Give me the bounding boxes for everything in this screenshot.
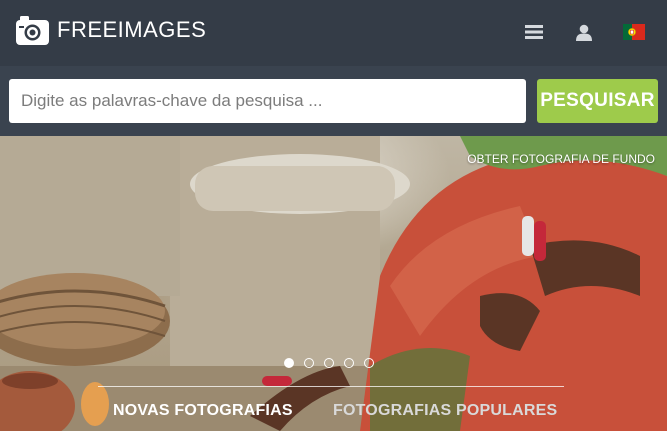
slide-dot-5[interactable]: [364, 358, 374, 368]
search-button[interactable]: PESQUISAR: [537, 79, 658, 123]
hero-slideshow: OBTER FOTOGRAFIA DE FUNDO NOVAS FOTOGRAF…: [0, 136, 667, 431]
top-navbar: FREEIMAGES: [0, 0, 667, 66]
slide-dot-4[interactable]: [344, 358, 354, 368]
hamburger-menu-icon[interactable]: [524, 20, 544, 44]
search-bar: PESQUISAR: [0, 66, 667, 136]
user-icon[interactable]: [574, 20, 594, 44]
slide-indicators: [284, 358, 374, 368]
camera-icon: [16, 14, 49, 45]
slide-dot-1[interactable]: [284, 358, 294, 368]
portugal-flag-icon[interactable]: [622, 20, 646, 44]
brand-name: FREEIMAGES: [57, 16, 207, 42]
tab-popular-photos[interactable]: FOTOGRAFIAS POPULARES: [333, 402, 557, 420]
get-background-photo-link[interactable]: OBTER FOTOGRAFIA DE FUNDO: [467, 152, 655, 166]
slide-dot-3[interactable]: [324, 358, 334, 368]
search-input[interactable]: [9, 79, 526, 123]
brand-logo[interactable]: FREEIMAGES: [16, 14, 206, 45]
tab-new-photos[interactable]: NOVAS FOTOGRAFIAS: [113, 402, 293, 420]
slide-dot-2[interactable]: [304, 358, 314, 368]
tabs-divider: [98, 386, 564, 387]
